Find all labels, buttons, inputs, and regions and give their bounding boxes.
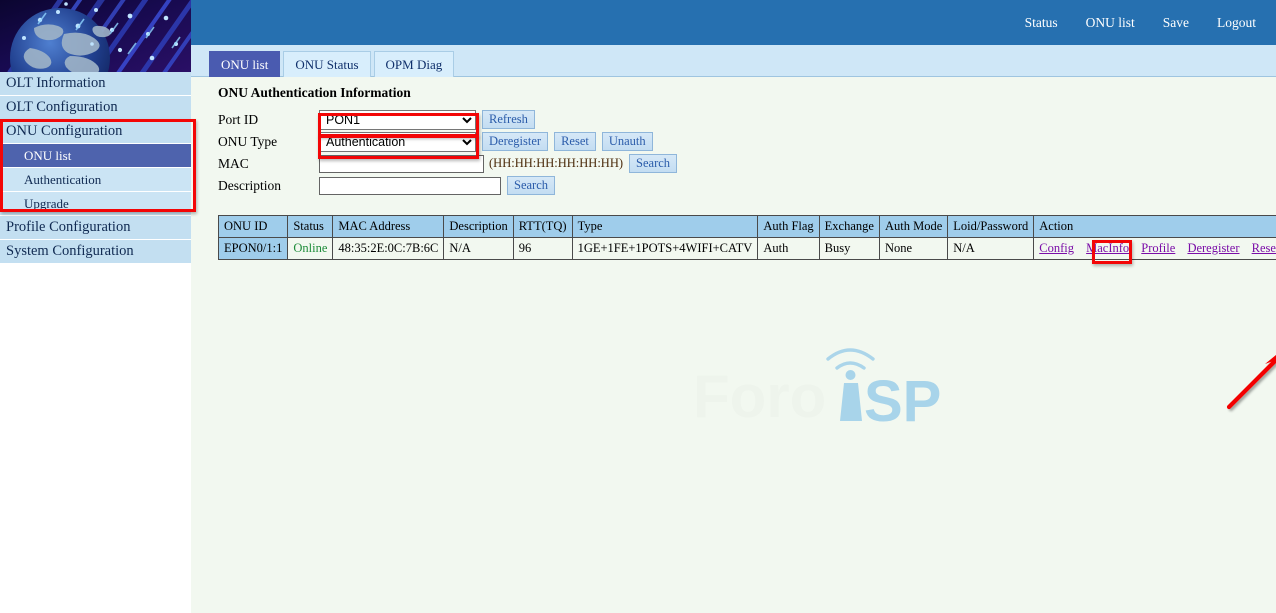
header-banner-image: [0, 0, 191, 72]
form-row-port-id: Port ID PON1 Refresh: [218, 109, 677, 130]
mac-label: MAC: [218, 156, 319, 172]
sidebar-item-onu-configuration[interactable]: ONU Configuration: [0, 120, 191, 144]
sidebar-item-label: Profile Configuration: [6, 219, 130, 236]
tab-onu-status[interactable]: ONU Status: [283, 51, 370, 77]
mac-format-hint: (HH:HH:HH:HH:HH:HH): [489, 156, 623, 171]
sidebar-item-onu-list[interactable]: ONU list: [0, 144, 191, 168]
tab-strip: ONU list ONU Status OPM Diag: [191, 45, 1276, 77]
tab-label: ONU Status: [295, 57, 358, 73]
onu-filter-form: Port ID PON1 Refresh ONU Type Authentica…: [218, 109, 677, 197]
col-auth-flag: Auth Flag: [758, 216, 819, 238]
col-status: Status: [288, 216, 333, 238]
sidebar-item-olt-information[interactable]: OLT Information: [0, 72, 191, 96]
onu-type-select[interactable]: Authentication: [319, 132, 476, 152]
topnav-logout[interactable]: Logout: [1203, 15, 1270, 31]
mac-input[interactable]: [319, 155, 484, 173]
topnav-onu-list[interactable]: ONU list: [1072, 15, 1149, 31]
form-row-mac: MAC (HH:HH:HH:HH:HH:HH) Search: [218, 153, 677, 174]
pointer-arrow-to-profile: [1221, 335, 1276, 415]
action-deregister[interactable]: Deregister: [1187, 241, 1239, 255]
cell-action: Config MacInfo Profile Deregister Reset …: [1034, 238, 1276, 260]
table-header-row: ONU ID Status MAC Address Description RT…: [219, 216, 1276, 238]
form-row-description: Description Search: [218, 175, 677, 196]
olt-web-ui: Status ONU list Save Logout OLT Informat…: [0, 0, 1276, 613]
cell-loid-password: N/A: [948, 238, 1034, 260]
tab-label: OPM Diag: [386, 57, 443, 73]
onu-type-select-wrap: Authentication: [319, 132, 476, 152]
cell-exchange: Busy: [819, 238, 879, 260]
top-nav: Status ONU list Save Logout: [1011, 0, 1270, 45]
sidebar-item-upgrade[interactable]: Upgrade: [0, 192, 191, 216]
onu-type-label: ONU Type: [218, 134, 319, 150]
description-search-button[interactable]: Search: [507, 176, 555, 195]
sidebar-item-label: ONU Configuration: [6, 123, 122, 140]
refresh-button[interactable]: Refresh: [482, 110, 535, 129]
col-description: Description: [444, 216, 513, 238]
onu-table-wrap: ONU ID Status MAC Address Description RT…: [218, 215, 1267, 260]
col-rtt-tq: RTT(TQ): [513, 216, 572, 238]
sidebar-item-system-configuration[interactable]: System Configuration: [0, 240, 191, 264]
col-loid-password: Loid/Password: [948, 216, 1034, 238]
mac-search-button[interactable]: Search: [629, 154, 677, 173]
svg-text:SP: SP: [864, 369, 941, 429]
sidebar-item-olt-configuration[interactable]: OLT Configuration: [0, 96, 191, 120]
sidebar-item-label: Authentication: [24, 172, 101, 188]
page-title: ONU Authentication Information: [218, 85, 411, 101]
watermark-graphic: Foro SP: [689, 345, 977, 429]
col-onu-id: ONU ID: [219, 216, 288, 238]
description-input[interactable]: [319, 177, 501, 195]
cell-onu-id: EPON0/1:1: [219, 238, 288, 260]
col-exchange: Exchange: [819, 216, 879, 238]
topnav-status[interactable]: Status: [1011, 15, 1072, 31]
action-reset[interactable]: Reset: [1252, 241, 1276, 255]
port-id-select[interactable]: PON1: [319, 110, 476, 130]
tab-opm-diag[interactable]: OPM Diag: [374, 51, 455, 77]
cell-auth-mode: None: [879, 238, 947, 260]
reset-button[interactable]: Reset: [554, 132, 596, 151]
fiber-globe-graphic: [0, 0, 191, 72]
col-type: Type: [572, 216, 758, 238]
onu-table: ONU ID Status MAC Address Description RT…: [218, 215, 1276, 260]
red-arrow-icon: [1221, 335, 1276, 415]
sidebar-item-label: OLT Information: [6, 75, 105, 92]
sidebar-item-profile-configuration[interactable]: Profile Configuration: [0, 216, 191, 240]
tab-label: ONU list: [221, 57, 268, 73]
main-content: ONU Authentication Information Port ID P…: [191, 77, 1276, 613]
col-auth-mode: Auth Mode: [879, 216, 947, 238]
cell-auth-flag: Auth: [758, 238, 819, 260]
tab-list: ONU list ONU Status OPM Diag: [209, 51, 457, 77]
top-bar: Status ONU list Save Logout: [191, 0, 1276, 45]
description-label: Description: [218, 178, 319, 194]
action-macinfo[interactable]: MacInfo: [1086, 241, 1129, 255]
port-id-select-wrap: PON1: [319, 110, 476, 130]
sidebar-nav: OLT Information OLT Configuration ONU Co…: [0, 72, 191, 265]
topnav-save[interactable]: Save: [1149, 15, 1203, 31]
sidebar-item-label: OLT Configuration: [6, 99, 118, 116]
tab-onu-list[interactable]: ONU list: [209, 51, 280, 77]
sidebar-item-label: ONU list: [24, 148, 71, 164]
sidebar-item-label: System Configuration: [6, 243, 134, 260]
port-id-label: Port ID: [218, 112, 319, 128]
cell-type: 1GE+1FE+1POTS+4WIFI+CATV: [572, 238, 758, 260]
form-row-onu-type: ONU Type Authentication Deregister Reset…: [218, 131, 677, 152]
cell-status: Online: [288, 238, 333, 260]
action-config[interactable]: Config: [1039, 241, 1074, 255]
cell-mac-address: 48:35:2E:0C:7B:6C: [333, 238, 444, 260]
col-action: Action: [1034, 216, 1276, 238]
deregister-button[interactable]: Deregister: [482, 132, 548, 151]
cell-description: N/A: [444, 238, 513, 260]
table-row: EPON0/1:1 Online 48:35:2E:0C:7B:6C N/A 9…: [219, 238, 1276, 260]
action-profile[interactable]: Profile: [1141, 241, 1175, 255]
unauth-button[interactable]: Unauth: [602, 132, 653, 151]
col-mac-address: MAC Address: [333, 216, 444, 238]
svg-text:Foro: Foro: [693, 363, 826, 429]
sidebar-item-authentication[interactable]: Authentication: [0, 168, 191, 192]
cell-rtt-tq: 96: [513, 238, 572, 260]
sidebar-item-label: Upgrade: [24, 196, 69, 212]
foroisp-watermark: Foro SP: [689, 345, 977, 429]
